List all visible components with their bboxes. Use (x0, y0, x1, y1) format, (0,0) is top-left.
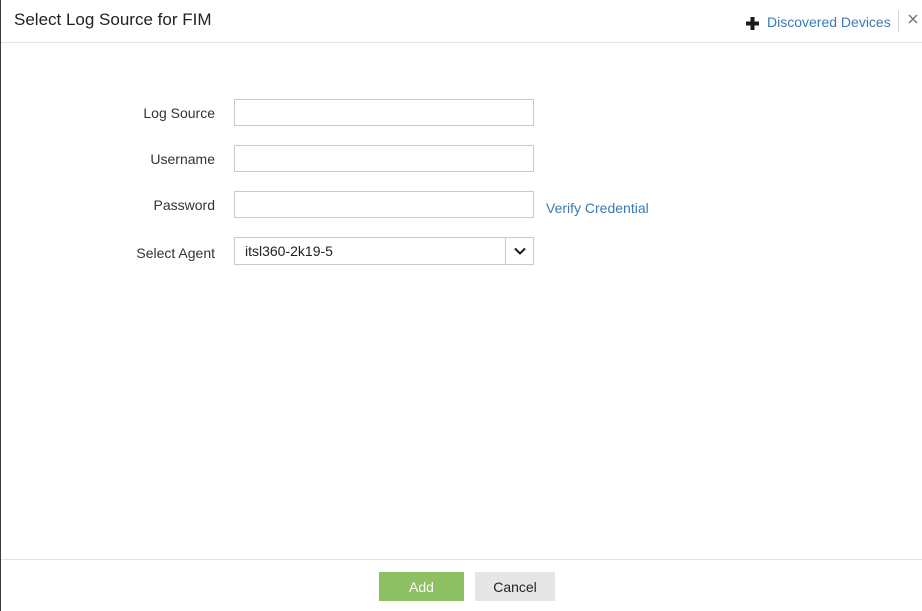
username-input[interactable] (234, 145, 534, 172)
select-log-source-dialog: Select Log Source for FIM Discovered Dev… (0, 0, 922, 611)
plus-icon (746, 17, 759, 30)
discovered-devices-label: Discovered Devices (767, 14, 891, 30)
dialog-header: Select Log Source for FIM Discovered Dev… (1, 0, 922, 43)
verify-credential-link[interactable]: Verify Credential (546, 200, 649, 216)
username-row: Username (1, 145, 922, 173)
close-icon[interactable] (906, 12, 920, 26)
log-source-row: Log Source (1, 99, 922, 127)
password-row: Password Verify Credential (1, 191, 922, 219)
log-source-input[interactable] (234, 99, 534, 126)
agent-select[interactable]: itsl360-2k19-5 (234, 237, 534, 265)
username-label: Username (150, 151, 215, 167)
cancel-button[interactable]: Cancel (475, 572, 555, 601)
select-agent-row: Select Agent itsl360-2k19-5 (1, 237, 922, 265)
chevron-down-icon[interactable] (505, 238, 533, 264)
dialog-title: Select Log Source for FIM (14, 10, 212, 29)
log-source-label: Log Source (143, 105, 215, 121)
discovered-devices-button[interactable]: Discovered Devices (746, 14, 891, 30)
agent-select-value: itsl360-2k19-5 (245, 243, 333, 259)
add-button[interactable]: Add (379, 572, 464, 601)
select-agent-label: Select Agent (136, 245, 215, 261)
password-input[interactable] (234, 191, 534, 218)
header-divider (898, 10, 899, 32)
password-label: Password (153, 197, 215, 213)
dialog-footer: Add Cancel (1, 559, 922, 611)
